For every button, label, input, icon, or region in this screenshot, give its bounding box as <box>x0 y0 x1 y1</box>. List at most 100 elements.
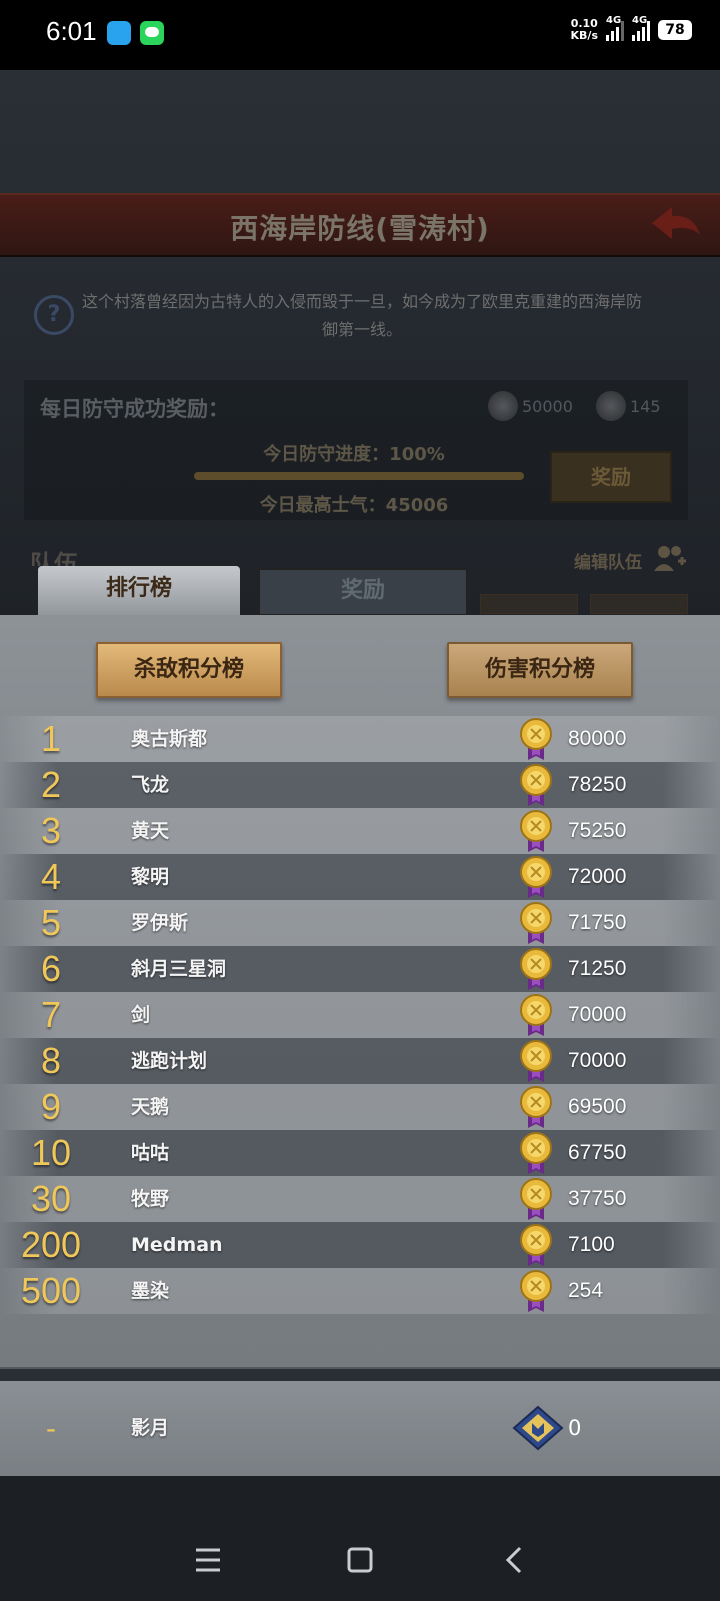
player-name: 飞龙 <box>131 774 170 796</box>
tab-rewards[interactable]: 奖励 <box>258 568 468 616</box>
daily-reward-label: 每日防守成功奖励： <box>40 397 229 421</box>
stone-icon <box>596 391 626 421</box>
player-name: 墨染 <box>131 1280 170 1302</box>
player-score: 71250 <box>568 957 627 980</box>
signal-label: 4G <box>606 15 622 26</box>
silver-coin-icon <box>488 391 518 421</box>
player-name: 罗伊斯 <box>131 912 189 934</box>
rank-number: 9 <box>40 1086 62 1127</box>
page-title: 西海岸防线(雪涛村) <box>230 212 490 245</box>
progress-bar <box>194 472 524 480</box>
leaderboard-list: 1 奥古斯都 80000 2 飞龙 78250 3 黄天 75250 4 黎明 72000 5 罗伊斯 71… <box>0 716 720 1314</box>
player-score: 75250 <box>568 819 627 842</box>
player-name: 斜月三星洞 <box>131 958 227 980</box>
leaderboard-row[interactable]: 3 黄天 75250 <box>0 808 720 854</box>
battery-icon: 78 <box>658 20 692 40</box>
clock: 6:01 <box>46 16 97 46</box>
home-icon[interactable] <box>340 1540 380 1580</box>
player-score: 67750 <box>568 1141 627 1164</box>
player-name: 逃跑计划 <box>131 1050 208 1072</box>
gold-medal-icon <box>512 992 560 1038</box>
claim-reward-button[interactable]: 奖励 <box>550 451 672 503</box>
status-indicators: 0.10 KB/s 4G 4G 78 <box>571 15 692 42</box>
gold-medal-icon <box>512 1222 560 1268</box>
morale-label: 今日最高士气：45006 <box>259 495 449 516</box>
leaderboard-row[interactable]: 200 Medman 7100 <box>0 1222 720 1268</box>
gold-medal-icon <box>512 1084 560 1130</box>
player-name: 牧野 <box>131 1188 170 1210</box>
leaderboard-row[interactable]: 2 飞龙 78250 <box>0 762 720 808</box>
gold-medal-icon <box>512 946 560 992</box>
gold-medal-icon <box>512 900 560 946</box>
team-member-thumbnail[interactable] <box>480 594 578 614</box>
player-name: 奥古斯都 <box>131 728 208 750</box>
rank-number: 30 <box>30 1178 72 1219</box>
progress-label: 今日防守进度：100% <box>263 444 445 465</box>
gold-medal-icon <box>512 1268 560 1314</box>
rank-number: 1 <box>40 718 62 759</box>
gold-medal-icon <box>512 1130 560 1176</box>
rank-number: 500 <box>20 1270 82 1311</box>
player-score: 78250 <box>568 773 627 796</box>
rank-badge-icon <box>512 1405 564 1451</box>
rank-number: 8 <box>40 1040 62 1081</box>
leaderboard-row[interactable]: 5 罗伊斯 71750 <box>0 900 720 946</box>
damage-score-ranking-button[interactable]: 伤害积分榜 <box>447 642 633 698</box>
silver-amount: 50000 <box>522 396 573 416</box>
team-member-thumbnail[interactable] <box>590 594 688 614</box>
leaderboard-row[interactable]: 30 牧野 37750 <box>0 1176 720 1222</box>
leaderboard-row[interactable]: 8 逃跑计划 70000 <box>0 1038 720 1084</box>
leaderboard-row[interactable]: 7 剑 70000 <box>0 992 720 1038</box>
resource-stone: 145 <box>596 391 661 421</box>
status-bar: 6:01 0.10 KB/s 4G 4G 78 <box>0 0 720 70</box>
player-score: 72000 <box>568 865 627 888</box>
player-score: 70000 <box>568 1049 627 1072</box>
leaderboard-row[interactable]: 500 墨染 254 <box>0 1268 720 1314</box>
player-score: 70000 <box>568 1003 627 1026</box>
rank-number: 3 <box>40 810 62 851</box>
qq-notification-icon <box>107 21 131 45</box>
kill-score-ranking-button[interactable]: 杀敌积分榜 <box>96 642 282 698</box>
edit-team-button[interactable]: 编辑队伍 <box>574 548 642 573</box>
self-name: 影月 <box>131 1417 170 1439</box>
leaderboard-row[interactable]: 1 奥古斯都 80000 <box>0 716 720 762</box>
menu-icon[interactable] <box>188 1540 228 1580</box>
player-score: 37750 <box>568 1187 627 1210</box>
rank-number: 7 <box>40 994 62 1035</box>
rank-number: 10 <box>30 1132 72 1173</box>
gold-medal-icon <box>512 854 560 900</box>
leaderboard-row[interactable]: 4 黎明 72000 <box>0 854 720 900</box>
self-rank: - <box>45 1412 57 1445</box>
network-speed: 0.10 KB/s <box>571 18 598 42</box>
back-arrow-icon[interactable] <box>650 205 702 241</box>
location-description: 这个村落曾经因为古特人的入侵而毁于一旦，如今成为了欧里克重建的西海岸防御第一线。 <box>82 292 643 339</box>
player-score: 7100 <box>568 1233 615 1256</box>
rank-number: 200 <box>20 1224 82 1265</box>
signal-icon: 4G <box>606 15 624 41</box>
resource-silver: 50000 <box>488 391 573 421</box>
message-notification-icon <box>140 21 164 45</box>
rank-number: 6 <box>40 948 62 989</box>
leaderboard-row[interactable]: 9 天鹅 69500 <box>0 1084 720 1130</box>
stone-amount: 145 <box>630 396 661 416</box>
rank-number: 2 <box>40 764 62 805</box>
player-name: 黎明 <box>131 866 170 888</box>
leaderboard-row[interactable]: 10 咕咕 67750 <box>0 1130 720 1176</box>
gold-medal-icon <box>512 1038 560 1084</box>
gold-medal-icon <box>512 1176 560 1222</box>
gold-medal-icon <box>512 808 560 854</box>
signal-label: 4G <box>632 15 648 26</box>
team-edit-icon[interactable] <box>654 543 688 573</box>
player-name: 天鹅 <box>131 1096 170 1118</box>
navigation-bar <box>0 1476 720 1601</box>
signal-icon: 4G <box>632 15 650 41</box>
player-name: 黄天 <box>131 820 170 842</box>
self-rank-row: - 影月 0 <box>0 1381 720 1476</box>
network-speed-unit: KB/s <box>570 29 598 42</box>
leaderboard-row[interactable]: 6 斜月三星洞 71250 <box>0 946 720 992</box>
back-icon[interactable] <box>494 1540 534 1580</box>
help-icon[interactable]: ? <box>34 295 74 335</box>
player-name: 剑 <box>131 1004 151 1026</box>
progress-fill <box>194 472 524 480</box>
tab-ranking[interactable]: 排行榜 <box>38 566 240 618</box>
